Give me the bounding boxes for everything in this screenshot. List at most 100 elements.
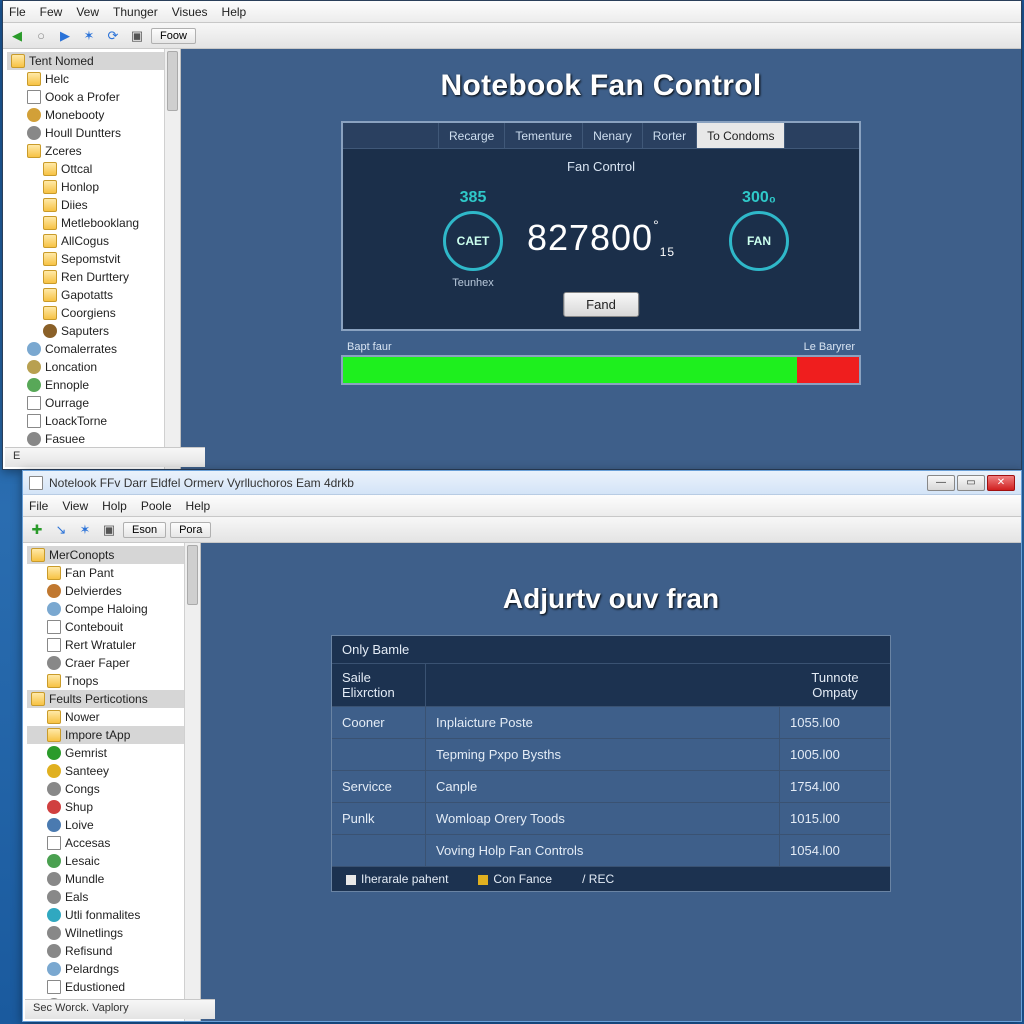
- menu-holp[interactable]: Holp: [102, 499, 127, 513]
- menu-thunger[interactable]: Thunger: [113, 5, 158, 19]
- toolbar[interactable]: ◀○▶✶⟳▣Foow: [3, 23, 1021, 49]
- tree-item[interactable]: MerConopts: [27, 546, 200, 564]
- menubar[interactable]: File View Holp Poole Help: [23, 495, 1021, 517]
- tree-item[interactable]: Ennople: [7, 376, 180, 394]
- tree-item[interactable]: Nower: [27, 708, 200, 726]
- minimize-button[interactable]: —: [927, 475, 955, 491]
- tree-item[interactable]: Craer Faper: [27, 654, 200, 672]
- tree-item[interactable]: Coorgiens: [7, 304, 180, 322]
- toolbar-foow-button[interactable]: Foow: [151, 28, 196, 44]
- tree-item[interactable]: Mundle: [27, 870, 200, 888]
- tree-item[interactable]: Loive: [27, 816, 200, 834]
- tree[interactable]: Tent NomedHelcOook a ProferMonebootyHoul…: [3, 49, 180, 469]
- tree-item[interactable]: Lesaic: [27, 852, 200, 870]
- tree-item[interactable]: Metlebooklang: [7, 214, 180, 232]
- scroll-thumb[interactable]: [187, 545, 198, 605]
- refresh-icon[interactable]: ⟳: [103, 26, 123, 46]
- close-button[interactable]: ✕: [987, 475, 1015, 491]
- tree-item-label: Fasuee: [45, 430, 85, 448]
- tree-item[interactable]: Impore tApp: [27, 726, 200, 744]
- tree-item[interactable]: Helc: [7, 70, 180, 88]
- menu-vew[interactable]: Vew: [76, 5, 99, 19]
- tree-item[interactable]: Zceres: [7, 142, 180, 160]
- tree-item[interactable]: Houll Duntters: [7, 124, 180, 142]
- tree-item[interactable]: Sepomstvit: [7, 250, 180, 268]
- tree-item[interactable]: Diies: [7, 196, 180, 214]
- tree-item[interactable]: Wilnetlings: [27, 924, 200, 942]
- scroll-thumb[interactable]: [167, 51, 178, 111]
- maximize-button[interactable]: ▭: [957, 475, 985, 491]
- menu-help[interactable]: Help: [186, 499, 211, 513]
- tree-item[interactable]: Rert Wratuler: [27, 636, 200, 654]
- tree-item[interactable]: Saputers: [7, 322, 180, 340]
- tree-item[interactable]: Tent Nomed: [7, 52, 180, 70]
- tree-item[interactable]: Fasuee: [7, 430, 180, 448]
- out-icon[interactable]: ↘: [51, 520, 71, 540]
- doc-icon: [27, 90, 41, 104]
- table-row[interactable]: Voving Holp Fan Controls1054.l00: [332, 835, 890, 867]
- tree-item[interactable]: Accesas: [27, 834, 200, 852]
- tree-item[interactable]: Santeey: [27, 762, 200, 780]
- table-row[interactable]: PunlkWomloap Orery Toods1015.l00: [332, 803, 890, 835]
- tree-item[interactable]: Utli fonmalites: [27, 906, 200, 924]
- tree-item[interactable]: Refisund: [27, 942, 200, 960]
- fwd-icon[interactable]: ▶: [55, 26, 75, 46]
- scrollbar[interactable]: [164, 49, 180, 469]
- tree-item[interactable]: Edustioned: [27, 978, 200, 996]
- tree-item[interactable]: Feults Perticotions: [27, 690, 200, 708]
- tree-item[interactable]: Pelardngs: [27, 960, 200, 978]
- toolbar-eson-button[interactable]: Eson: [123, 522, 166, 538]
- star-icon[interactable]: ✶: [75, 520, 95, 540]
- tab-to condoms[interactable]: To Condoms: [697, 123, 785, 148]
- star-icon[interactable]: ✶: [79, 26, 99, 46]
- fand-button[interactable]: Fand: [563, 292, 639, 317]
- menu-view[interactable]: View: [62, 499, 88, 513]
- menu-help[interactable]: Help: [222, 5, 247, 19]
- back-icon[interactable]: ◀: [7, 26, 27, 46]
- tree-item[interactable]: Contebouit: [27, 618, 200, 636]
- tree-item[interactable]: Eals: [27, 888, 200, 906]
- menu-few[interactable]: Few: [40, 5, 63, 19]
- toolbar[interactable]: ✚↘✶▣EsonPora: [23, 517, 1021, 543]
- tree-item[interactable]: Ottcal: [7, 160, 180, 178]
- tree-item[interactable]: Loncation: [7, 358, 180, 376]
- tab-tementure[interactable]: Tementure: [505, 123, 583, 148]
- tree-item[interactable]: Gemrist: [27, 744, 200, 762]
- toolbar-pora-button[interactable]: Pora: [170, 522, 211, 538]
- tab-nenary[interactable]: Nenary: [583, 123, 643, 148]
- tree-item[interactable]: Delvierdes: [27, 582, 200, 600]
- tree-item-label: Oook a Profer: [45, 88, 120, 106]
- tree-item[interactable]: Shup: [27, 798, 200, 816]
- tree-item[interactable]: Oook a Profer: [7, 88, 180, 106]
- menu-poole[interactable]: Poole: [141, 499, 172, 513]
- menubar[interactable]: Fle Few Vew Thunger Visues Help: [3, 1, 1021, 23]
- titlebar[interactable]: Notelook FFv Darr Eldfel Ormerv Vyrlluch…: [23, 471, 1021, 495]
- tree-item[interactable]: Honlop: [7, 178, 180, 196]
- tree-item[interactable]: LoackTorne: [7, 412, 180, 430]
- tree-item[interactable]: Ourrage: [7, 394, 180, 412]
- table-row[interactable]: ServicceCanple1754.l00: [332, 771, 890, 803]
- tree-item[interactable]: Ren Durttery: [7, 268, 180, 286]
- tab-recarge[interactable]: Recarge: [439, 123, 505, 148]
- tree-item[interactable]: Tnops: [27, 672, 200, 690]
- table-row[interactable]: CoonerInplaicture Poste1055.l00: [332, 707, 890, 739]
- tab-strip[interactable]: RecargeTementureNenaryRorterTo Condoms: [343, 123, 859, 149]
- menu-fle[interactable]: Fle: [9, 5, 26, 19]
- tree-item[interactable]: Congs: [27, 780, 200, 798]
- grid-icon[interactable]: ▣: [99, 520, 119, 540]
- tree-item[interactable]: Comalerrates: [7, 340, 180, 358]
- tree-item[interactable]: Compe Haloing: [27, 600, 200, 618]
- menu-visues[interactable]: Visues: [172, 5, 208, 19]
- tree[interactable]: MerConoptsFan PantDelvierdesCompe Haloin…: [23, 543, 200, 1017]
- scrollbar[interactable]: [184, 543, 200, 1021]
- table-row[interactable]: Tepming Pxpo Bysths1005.l00: [332, 739, 890, 771]
- grid-icon[interactable]: ▣: [127, 26, 147, 46]
- tree-item[interactable]: Gapotatts: [7, 286, 180, 304]
- stop-icon[interactable]: ○: [31, 26, 51, 46]
- menu-file[interactable]: File: [29, 499, 48, 513]
- tree-item[interactable]: Fan Pant: [27, 564, 200, 582]
- tab-rorter[interactable]: Rorter: [643, 123, 697, 148]
- tree-item[interactable]: AllCogus: [7, 232, 180, 250]
- add-icon[interactable]: ✚: [27, 520, 47, 540]
- tree-item[interactable]: Monebooty: [7, 106, 180, 124]
